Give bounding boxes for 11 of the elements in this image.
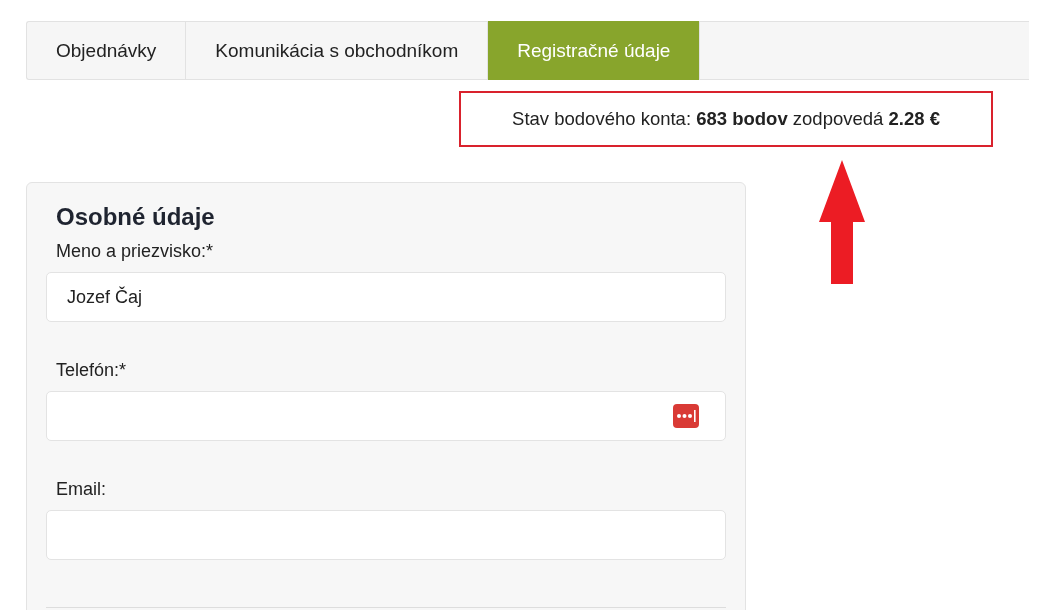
points-balance-text: Stav bodového konta: 683 bodov zodpovedá 2.28 €: [459, 91, 993, 147]
up-arrow-icon: [818, 160, 866, 284]
password-manager-icon[interactable]: [673, 404, 699, 428]
input-field[interactable]: [46, 510, 726, 560]
field-label: Telefón:*: [56, 360, 128, 381]
input-field[interactable]: Jozef Čaj: [46, 272, 726, 322]
tab[interactable]: Objednávky: [27, 22, 187, 79]
section-title: Osobné údaje: [56, 203, 216, 231]
field-label: Meno a priezvisko:*: [56, 241, 215, 262]
field-label: Email:: [56, 479, 107, 500]
input-field[interactable]: [46, 391, 726, 441]
